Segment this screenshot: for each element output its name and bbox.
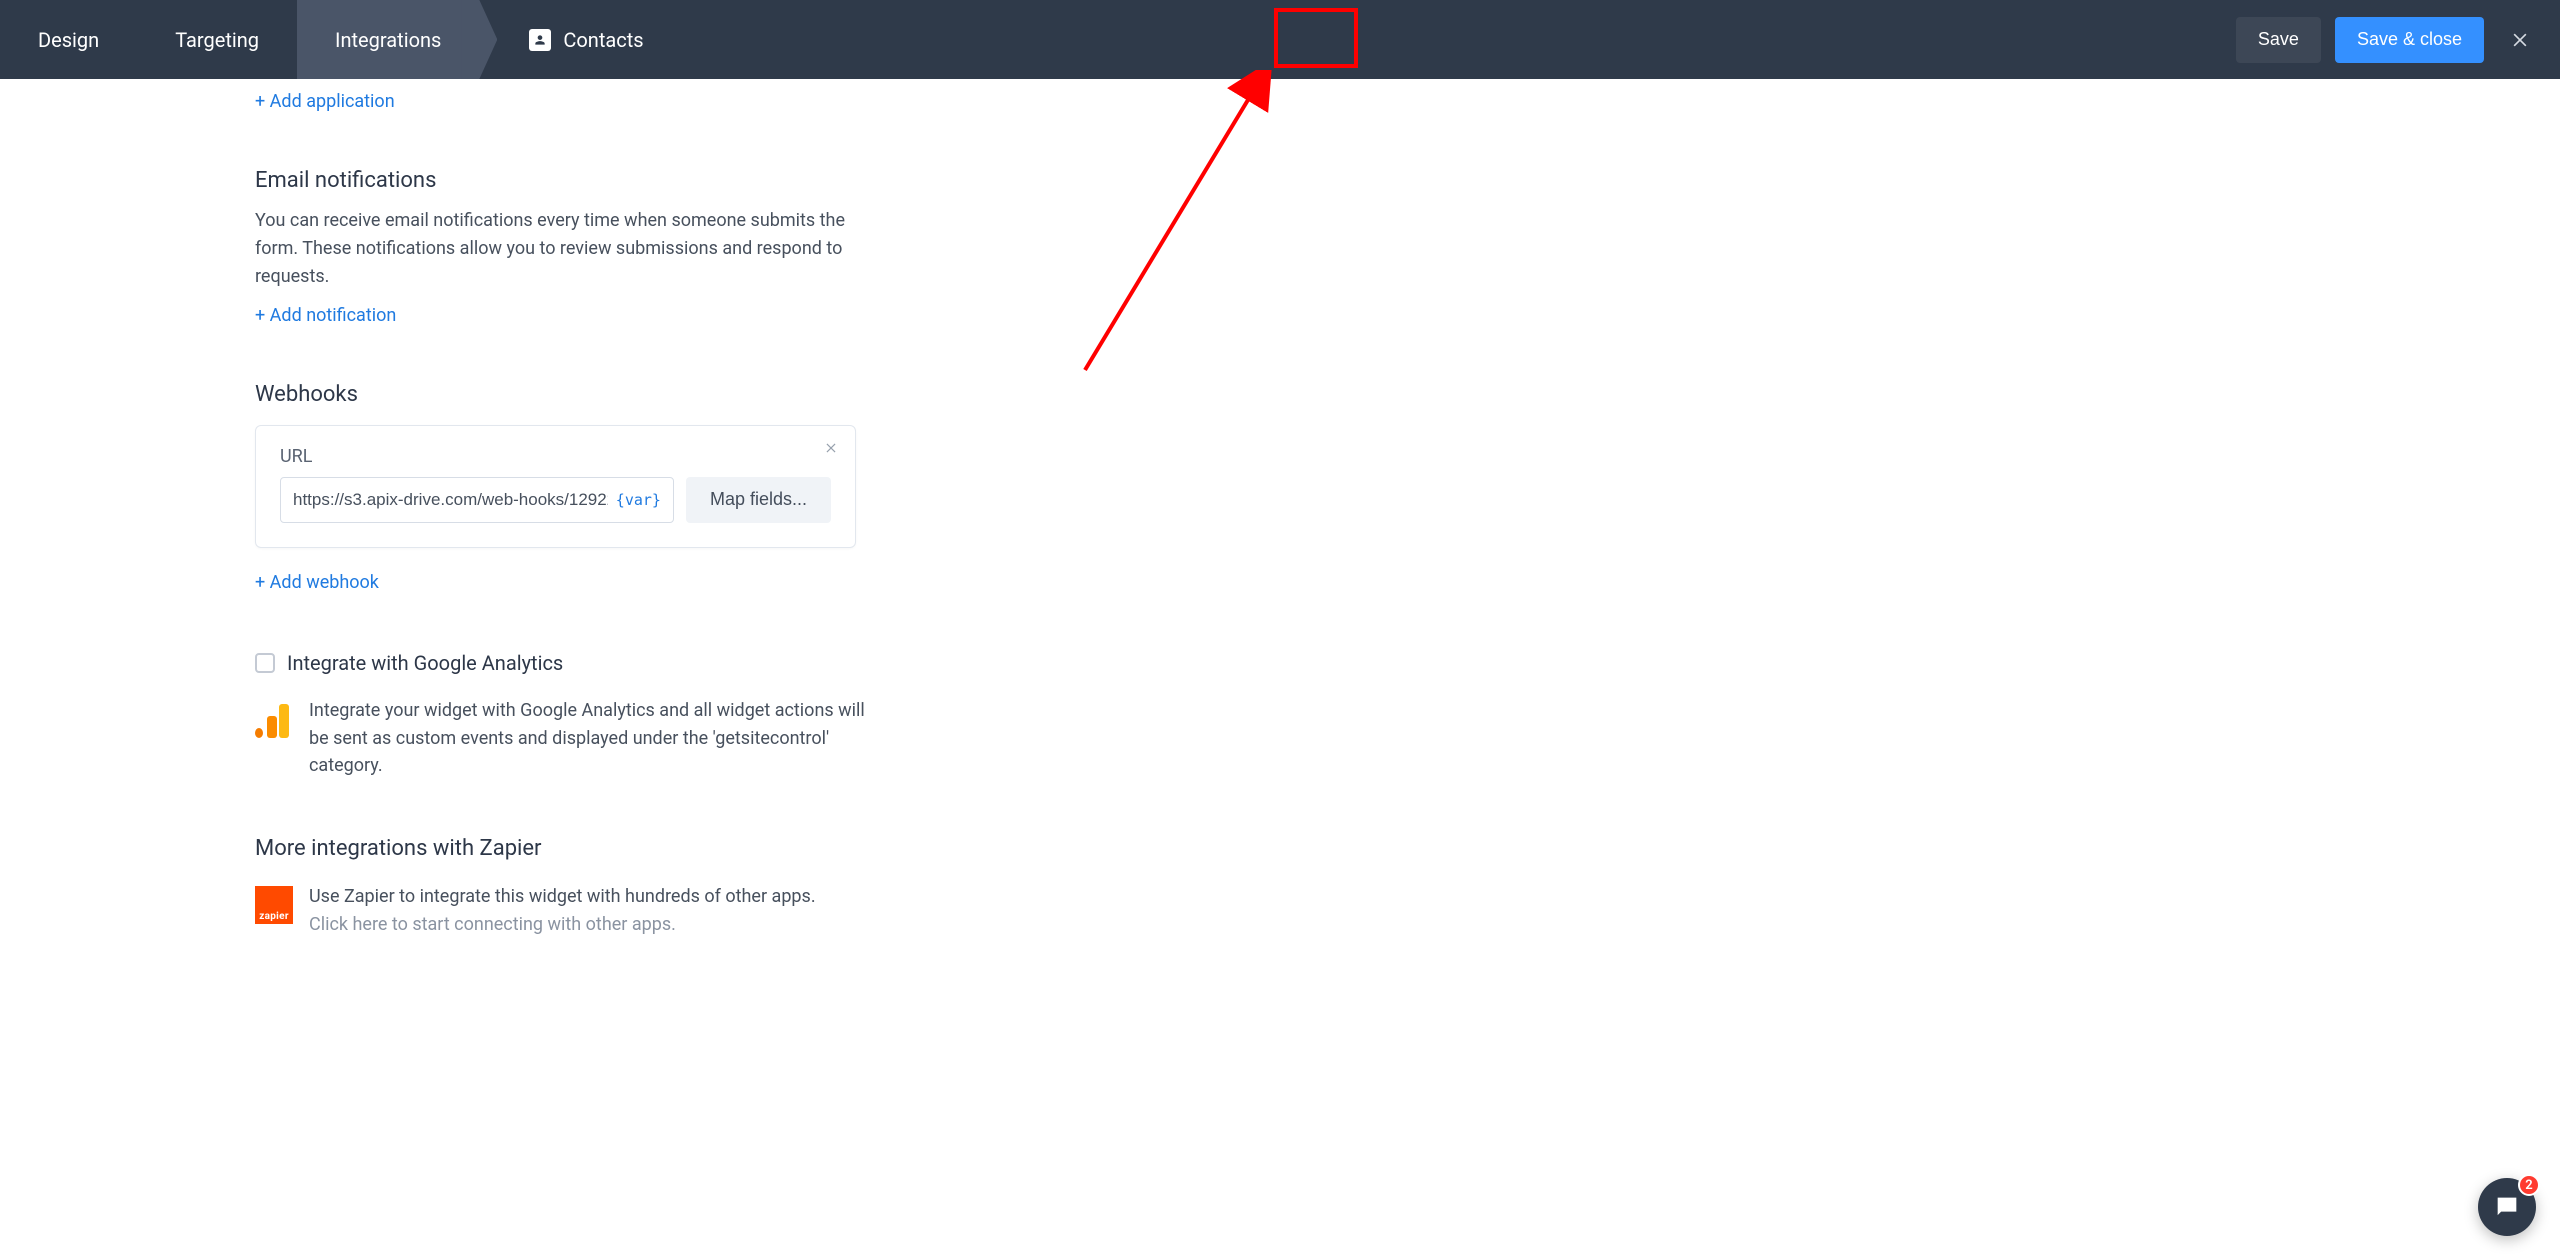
top-navbar: Design Targeting Integrations Contacts S… — [0, 0, 2560, 79]
person-icon — [529, 29, 551, 51]
webhook-card: URL {var} Map fields... — [255, 425, 856, 548]
ga-title: Integrate with Google Analytics — [287, 651, 563, 675]
close-icon — [824, 441, 838, 455]
tab-design[interactable]: Design — [0, 0, 137, 79]
zapier-desc-line2: Click here to start connecting with othe… — [309, 911, 816, 939]
google-analytics-icon — [255, 700, 293, 738]
tab-label: Design — [38, 28, 99, 52]
email-notifications-title: Email notifications — [255, 168, 2560, 193]
tab-contacts[interactable]: Contacts — [479, 0, 681, 79]
intercom-chat-button[interactable]: 2 — [2478, 1178, 2536, 1236]
zapier-icon: zapier — [255, 886, 293, 924]
tab-label: Integrations — [335, 28, 441, 52]
zapier-title: More integrations with Zapier — [255, 836, 2560, 861]
add-notification-link[interactable]: + Add notification — [255, 305, 396, 326]
ga-desc: Integrate your widget with Google Analyt… — [309, 697, 869, 781]
chat-icon — [2493, 1193, 2521, 1221]
save-close-label: Save & close — [2357, 29, 2462, 50]
save-close-button[interactable]: Save & close — [2335, 17, 2484, 63]
step-breadcrumbs: Design Targeting Integrations Contacts — [0, 0, 682, 79]
insert-variable-chip[interactable]: {var} — [616, 491, 661, 509]
tab-label: Targeting — [175, 28, 259, 52]
tab-targeting[interactable]: Targeting — [137, 0, 297, 79]
add-webhook-link[interactable]: + Add webhook — [255, 572, 379, 593]
save-button[interactable]: Save — [2236, 17, 2321, 63]
nav-actions: Save Save & close — [2236, 17, 2542, 63]
close-button[interactable] — [2498, 18, 2542, 62]
ga-checkbox[interactable] — [255, 653, 275, 673]
webhook-url-input-wrap: {var} — [280, 477, 674, 523]
chat-unread-badge: 2 — [2518, 1174, 2540, 1196]
zapier-desc-line1: Use Zapier to integrate this widget with… — [309, 883, 816, 911]
webhooks-title: Webhooks — [255, 382, 2560, 407]
map-fields-button[interactable]: Map fields... — [686, 477, 831, 523]
close-icon — [2510, 30, 2530, 50]
webhook-url-label: URL — [280, 446, 831, 467]
tab-integrations[interactable]: Integrations — [297, 0, 479, 79]
save-label: Save — [2258, 29, 2299, 50]
webhook-url-input[interactable] — [293, 490, 608, 510]
email-notifications-desc: You can receive email notifications ever… — [255, 207, 875, 291]
tab-label: Contacts — [563, 28, 643, 52]
webhook-remove-button[interactable] — [819, 436, 843, 460]
add-application-link[interactable]: + Add application — [255, 91, 395, 112]
main-content: + Add application Email notifications Yo… — [0, 79, 2560, 979]
